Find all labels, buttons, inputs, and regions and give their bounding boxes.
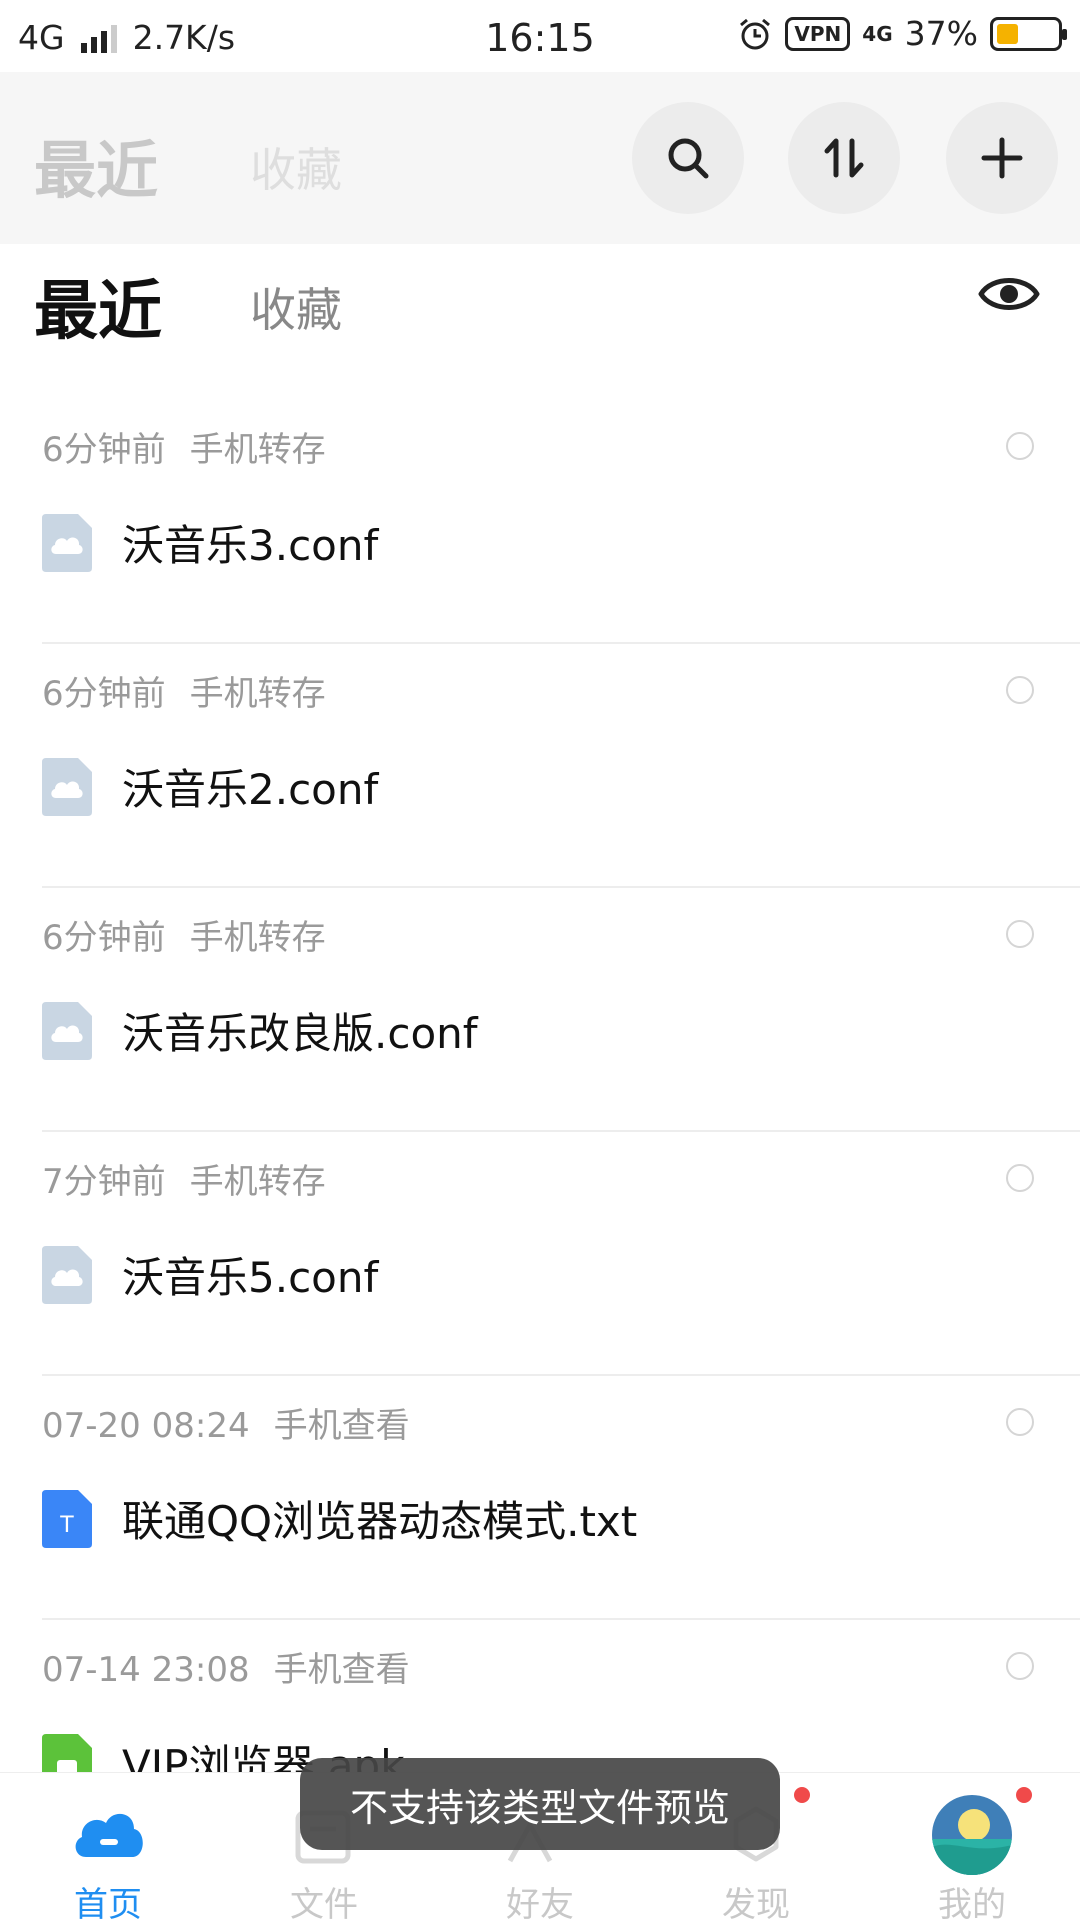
eye-icon[interactable] (978, 270, 1040, 318)
file-source: 手机转存 (189, 918, 326, 958)
select-radio[interactable] (1006, 432, 1034, 460)
vpn-badge: VPN (785, 16, 851, 51)
file-name: 沃音乐5.conf (122, 1253, 379, 1302)
nav-label-home: 首页 (74, 1885, 142, 1920)
file-name: 沃音乐改良版.conf (122, 1009, 478, 1058)
file-time: 6分钟前 (42, 918, 166, 958)
tab-recent[interactable]: 最近 (34, 260, 162, 352)
file-row: 沃音乐3.conf (42, 512, 378, 573)
file-source: 手机查看 (273, 1406, 410, 1446)
file-row: T 联通QQ浏览器动态模式.txt (42, 1488, 637, 1549)
file-name: 联通QQ浏览器动态模式.txt (122, 1497, 638, 1546)
file-source: 手机查看 (273, 1650, 410, 1690)
file-item[interactable]: 07-20 08:24 手机查看 T 联通QQ浏览器动态模式.txt (0, 1376, 1080, 1620)
file-meta: 6分钟前 手机转存 (42, 422, 326, 471)
sticky-header: 最近 收藏 (0, 72, 1080, 244)
file-name: 沃音乐3.conf (122, 521, 379, 570)
select-radio[interactable] (1006, 676, 1034, 704)
main-tabs: 最近 收藏 (0, 244, 1080, 354)
battery-percent: 37% (904, 14, 978, 53)
file-source: 手机转存 (189, 430, 326, 470)
sort-icon (824, 138, 864, 178)
file-time: 07-20 08:24 (42, 1406, 250, 1446)
nav-label-files: 文件 (290, 1885, 358, 1920)
file-item[interactable]: 6分钟前 手机转存沃音乐2.conf (0, 644, 1080, 888)
file-name: 沃音乐2.conf (122, 765, 379, 814)
file-meta: 07-14 23:08 手机查看 (42, 1642, 410, 1691)
nav-label-friends: 好友 (506, 1885, 574, 1920)
nav-label-me: 我的 (938, 1885, 1006, 1920)
file-meta: 6分钟前 手机转存 (42, 910, 326, 959)
search-button[interactable] (632, 102, 744, 214)
file-row: 沃音乐2.conf (42, 756, 378, 817)
file-time: 07-14 23:08 (42, 1650, 250, 1690)
file-time: 6分钟前 (42, 674, 166, 714)
file-meta: 07-20 08:24 手机查看 (42, 1398, 410, 1447)
sticky-tab-favorites[interactable]: 收藏 (250, 134, 342, 200)
status-bar: 4G 2.7K/s 16:15 VPN 4G 37% (0, 0, 1080, 72)
search-icon (668, 138, 709, 179)
cloud-file-icon (42, 757, 92, 816)
file-meta: 6分钟前 手机转存 (42, 666, 326, 715)
file-source: 手机转存 (189, 1162, 326, 1202)
cloud-file-icon (42, 1001, 92, 1060)
select-radio[interactable] (1006, 1652, 1034, 1680)
sort-button[interactable] (788, 102, 900, 214)
cloud-home-icon (75, 1813, 143, 1857)
file-item[interactable]: 6分钟前 手机转存沃音乐改良版.conf (0, 888, 1080, 1132)
cloud-file-icon (42, 1245, 92, 1304)
avatar (932, 1795, 1012, 1875)
file-time: 6分钟前 (42, 430, 166, 470)
cloud-file-icon (42, 513, 92, 572)
select-radio[interactable] (1006, 1164, 1034, 1192)
file-item[interactable]: 7分钟前 手机转存沃音乐5.conf (0, 1132, 1080, 1376)
select-radio[interactable] (1006, 1408, 1034, 1436)
nav-home[interactable]: 首页 (0, 1773, 216, 1920)
status-right: VPN 4G 37% (737, 14, 1067, 53)
file-meta: 7分钟前 手机转存 (42, 1154, 326, 1203)
nav-me[interactable]: 我的 (864, 1773, 1080, 1920)
txt-file-icon: T (42, 1489, 92, 1548)
alarm-icon (740, 18, 771, 49)
toast-message: 不支持该类型文件预览 (300, 1758, 780, 1850)
select-radio[interactable] (1006, 920, 1034, 948)
discover-badge (794, 1787, 810, 1803)
file-source: 手机转存 (189, 674, 326, 714)
battery-icon (990, 16, 1067, 51)
file-time: 7分钟前 (42, 1162, 166, 1202)
svg-text:T: T (60, 1511, 75, 1538)
sticky-tab-recent[interactable]: 最近 (34, 120, 158, 210)
file-row: 沃音乐改良版.conf (42, 1000, 478, 1061)
network2-label: 4G (862, 21, 893, 46)
add-button[interactable] (946, 102, 1058, 214)
me-badge (1016, 1787, 1032, 1803)
plus-icon (981, 137, 1023, 179)
nav-label-discover: 发现 (722, 1885, 790, 1920)
file-item[interactable]: 6分钟前 手机转存沃音乐3.conf (0, 400, 1080, 644)
file-row: 沃音乐5.conf (42, 1244, 378, 1305)
tab-favorites[interactable]: 收藏 (250, 274, 342, 340)
